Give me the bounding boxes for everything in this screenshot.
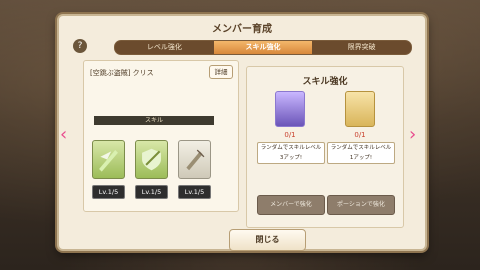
dagger-skill-icon	[178, 140, 211, 179]
skill-item-3[interactable]: Lv.1/5	[178, 140, 211, 199]
enhance-with-member-button[interactable]: メンバーで強化	[257, 195, 325, 215]
previous-arrow-icon[interactable]: ‹	[60, 126, 70, 144]
material-count: 0/1	[354, 131, 366, 139]
help-button[interactable]: ?	[73, 39, 87, 53]
enhance-title: スキル強化	[302, 77, 348, 87]
material-count: 0/1	[284, 131, 296, 139]
enhance-with-potion-button[interactable]: ポーションで強化	[327, 195, 395, 215]
potion-icon	[345, 91, 375, 127]
enhance-description: ランダムでスキルレベル 3アップ!	[257, 142, 325, 164]
shield-skill-icon	[135, 140, 168, 179]
slash-skill-icon	[92, 140, 125, 179]
member-skill-panel: [空跳ぶ盗賊] クリス 詳細 スキル Lv.1/5 Lv.1/5 Lv.1/5	[83, 60, 239, 212]
skill-enhance-panel: スキル強化 0/1 ランダムでスキルレベル 3アップ! 0/1 ランダムでスキル…	[246, 66, 404, 228]
close-button[interactable]: 閉じる	[229, 229, 306, 251]
dialog-panel: メンバー育成 ? レベル強化 スキル強化 限界突破 [空跳ぶ盗賊] クリス 詳細…	[57, 14, 427, 251]
tab-level[interactable]: レベル強化	[115, 41, 214, 54]
member-enhance-option: 0/1 ランダムでスキルレベル 3アップ!	[257, 91, 325, 164]
detail-button[interactable]: 詳細	[209, 65, 233, 79]
tab-skill[interactable]: スキル強化	[213, 41, 313, 54]
next-arrow-icon[interactable]: ›	[409, 126, 419, 144]
character-portrait-icon	[275, 91, 305, 127]
member-name: [空跳ぶ盗賊] クリス	[90, 69, 154, 77]
skill-banner: スキル	[94, 116, 214, 125]
skill-level: Lv.1/5	[92, 185, 125, 199]
skill-level: Lv.1/5	[135, 185, 168, 199]
skill-level: Lv.1/5	[178, 185, 211, 199]
potion-enhance-option: 0/1 ランダムでスキルレベル 1アップ!	[327, 91, 395, 164]
skill-list: Lv.1/5 Lv.1/5 Lv.1/5	[92, 140, 211, 199]
enhance-description: ランダムでスキルレベル 1アップ!	[327, 142, 395, 164]
skill-item-1[interactable]: Lv.1/5	[92, 140, 125, 199]
tab-bar: レベル強化 スキル強化 限界突破	[114, 40, 412, 55]
tab-limit-break[interactable]: 限界突破	[312, 41, 411, 54]
dialog-title: メンバー育成	[212, 24, 272, 35]
skill-item-2[interactable]: Lv.1/5	[135, 140, 168, 199]
